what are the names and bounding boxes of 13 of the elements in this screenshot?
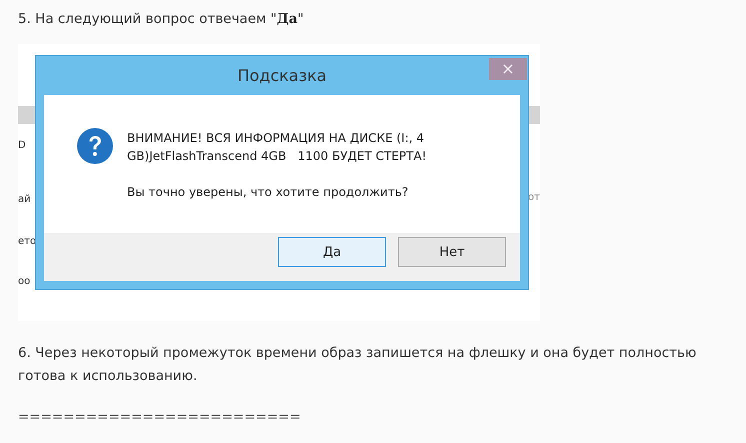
step-text: 6. Через некоторый промежуток времени образ запишется на флешку и она будет полностью готова к использованию. — [18, 344, 698, 386]
yes-button[interactable]: Да — [278, 237, 386, 267]
dialog-question: Вы точно уверены, что хотите продолжить? — [127, 184, 410, 201]
background-text: оо — [18, 276, 30, 287]
background-text: ай — [18, 194, 31, 205]
dialog-message: ВНИМАНИЕ! ВСЯ ИНФОРМАЦИЯ НА ДИСКЕ (I:, 4 GB)JetFlashTranscend 4GB 1100 БУДЕТ СТЕРТА! — [127, 130, 428, 165]
separator-line: ========================= — [18, 408, 302, 427]
no-button[interactable]: Нет — [398, 237, 506, 267]
question-icon — [77, 128, 113, 164]
background-text: D — [18, 140, 26, 151]
background-text: ето — [18, 236, 36, 247]
step-text: 5. На следующий вопрос отвечаем "Да" — [18, 10, 305, 29]
dialog-title: Подсказка — [237, 66, 327, 85]
